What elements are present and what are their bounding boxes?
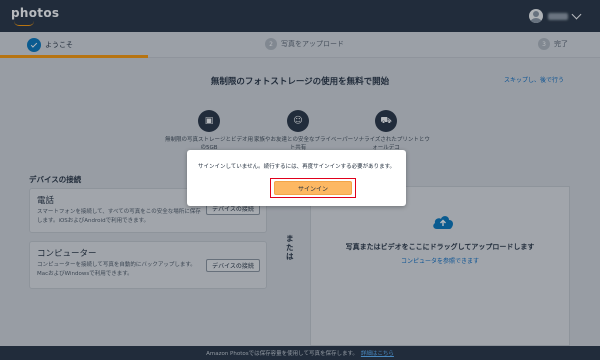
signin-button[interactable]: サインイン <box>274 181 352 195</box>
signin-highlight-frame: サインイン <box>270 178 356 198</box>
dialog-message: サインインしていません。続行するには、再度サインインする必要があります。 <box>197 164 396 170</box>
signin-required-dialog: サインインしていません。続行するには、再度サインインする必要があります。 サイン… <box>187 150 406 206</box>
